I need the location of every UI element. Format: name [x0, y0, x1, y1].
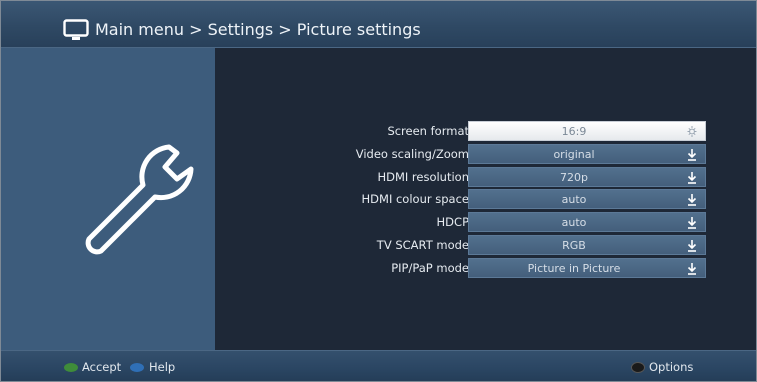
setting-value-dropdown[interactable]: auto	[468, 189, 706, 210]
setting-label: TV SCART mode	[376, 238, 469, 252]
setting-value-dropdown[interactable]: 720p	[468, 166, 706, 187]
settings-panel: Screen format 16:9 Video scaling/Zoom origi…	[215, 48, 756, 350]
accept-label: Accept	[82, 360, 122, 374]
setting-value-dropdown[interactable]: original	[468, 143, 706, 164]
arrow-down-icon	[687, 194, 697, 207]
setting-label: PIP/PaP mode	[391, 260, 469, 275]
setting-value-dropdown[interactable]: RGB	[468, 235, 706, 255]
breadcrumb: Main menu > Settings > Picture settings	[95, 20, 421, 39]
sun-icon	[687, 126, 697, 137]
setting-label: HDMI resolution	[377, 169, 469, 184]
setting-value-text: 720p	[560, 170, 588, 184]
setting-value-text: auto	[561, 216, 587, 230]
setting-row[interactable]: TV SCART mode RGB	[215, 235, 756, 257]
setting-label: HDMI colour space	[361, 192, 469, 207]
setting-value-text: RGB	[562, 239, 586, 252]
arrow-down-icon	[687, 240, 697, 252]
setting-row[interactable]: Video scaling/Zoom original	[215, 143, 756, 166]
green-button-icon[interactable]	[64, 363, 78, 372]
tv-icon	[63, 19, 89, 40]
setting-label: HDCP	[436, 215, 469, 230]
setting-row[interactable]: HDCP auto	[215, 212, 756, 234]
help-label: Help	[149, 360, 176, 374]
setting-value-text: 16:9	[561, 125, 587, 138]
setting-row[interactable]: HDMI resolution 720p	[215, 166, 756, 189]
setting-label: Video scaling/Zoom	[355, 146, 469, 161]
blue-button-icon[interactable]	[130, 363, 144, 372]
setting-value-dropdown[interactable]: Picture in Picture	[468, 257, 706, 278]
arrow-down-icon	[687, 217, 697, 229]
options-label: Options	[649, 360, 694, 374]
setting-label: Screen format	[387, 124, 469, 138]
arrow-down-icon	[687, 262, 697, 275]
sidebar-panel	[1, 48, 215, 350]
options-button-icon[interactable]	[631, 362, 645, 373]
setting-value-dropdown[interactable]: 16:9	[468, 121, 706, 141]
setting-value-text: auto	[561, 193, 587, 207]
wrench-icon	[85, 144, 194, 255]
setting-value-dropdown[interactable]: auto	[468, 212, 706, 233]
footer-bar: Accept Help Options	[1, 350, 756, 381]
header-bar: Main menu > Settings > Picture settings	[1, 1, 756, 48]
picture-settings-screen: Main menu > Settings > Picture settings …	[0, 0, 757, 382]
setting-row[interactable]: HDMI colour space auto	[215, 189, 756, 211]
arrow-down-icon	[687, 171, 697, 184]
setting-row[interactable]: Screen format 16:9	[215, 121, 756, 143]
setting-row[interactable]: PIP/PaP mode Picture in Picture	[215, 257, 756, 280]
setting-value-text: Picture in Picture	[527, 261, 621, 275]
setting-value-text: original	[553, 147, 595, 161]
arrow-down-icon	[687, 148, 697, 161]
